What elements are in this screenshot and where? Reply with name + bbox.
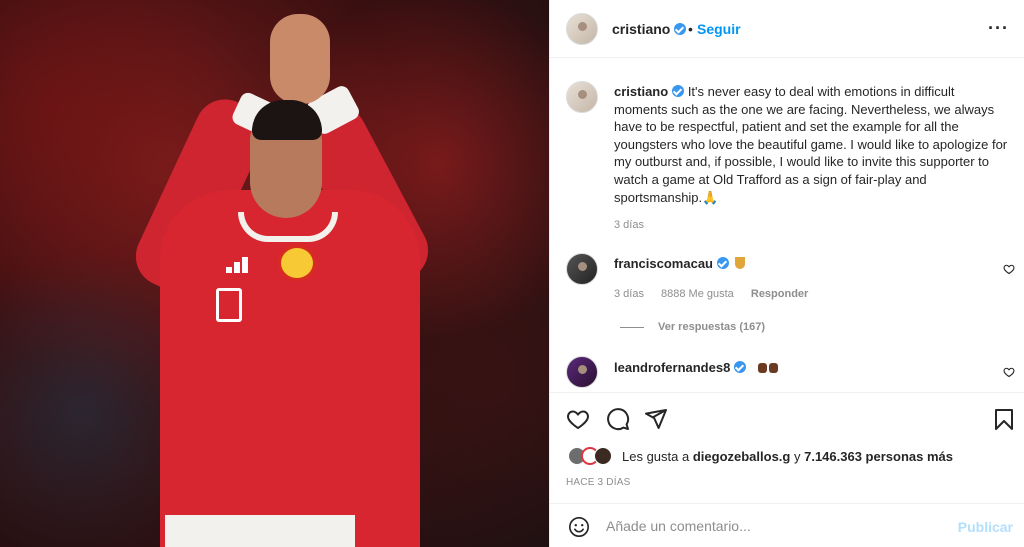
post-timestamp[interactable]: HACE 3 DÍAS <box>566 477 630 488</box>
author-username-text[interactable]: cristiano <box>612 21 670 37</box>
first-liker-link[interactable]: diegozeballos.g <box>693 449 791 464</box>
comment-username[interactable]: franciscomacau <box>614 256 745 271</box>
comment-likes[interactable]: 8888 Me gusta <box>661 288 734 300</box>
player-shorts <box>165 515 355 547</box>
comment-time[interactable]: 3 días <box>614 288 644 300</box>
comment-avatar[interactable] <box>566 253 598 285</box>
like-comment-heart-icon[interactable] <box>1003 366 1015 378</box>
comment-username[interactable]: leandrofernandes8 <box>614 360 778 375</box>
medal-icon <box>735 257 745 269</box>
comment-input[interactable] <box>606 514 946 538</box>
post-actions <box>550 392 1024 446</box>
liker-avatar <box>594 447 612 465</box>
caption-avatar[interactable] <box>566 81 598 113</box>
fist-icon <box>757 363 767 373</box>
post-side-panel: cristiano • Seguir ··· cristiano It's ne… <box>549 0 1024 547</box>
replies-line <box>620 326 644 328</box>
caption: cristiano It's never easy to deal with e… <box>614 83 1009 206</box>
caption-time[interactable]: 3 días <box>614 219 644 231</box>
author-username[interactable]: cristiano <box>612 21 687 37</box>
comment-meta: 3 días 8888 Me gusta Responder <box>614 288 822 300</box>
add-comment-bar: Publicar <box>550 503 1024 547</box>
caption-text: It's never easy to deal with emotions in… <box>614 84 1008 205</box>
follow-button[interactable]: Seguir <box>697 21 741 37</box>
like-heart-icon[interactable] <box>566 407 590 431</box>
share-send-icon[interactable] <box>644 407 668 431</box>
caption-username[interactable]: cristiano <box>614 84 668 99</box>
likes-conjunction: y <box>793 449 801 464</box>
verified-badge-icon <box>674 23 687 35</box>
post-header: cristiano • Seguir ··· <box>550 0 1024 58</box>
fist-icon <box>768 363 778 373</box>
likes-count-link[interactable]: 7.146.363 personas más <box>804 449 953 464</box>
comment-avatar[interactable] <box>566 356 598 388</box>
save-bookmark-icon[interactable] <box>992 407 1016 431</box>
header-separator: • <box>688 21 693 37</box>
publish-button[interactable]: Publicar <box>958 519 1013 535</box>
reply-button[interactable]: Responder <box>751 288 808 300</box>
comment-username-text[interactable]: leandrofernandes8 <box>614 360 730 375</box>
more-options-icon[interactable]: ··· <box>988 18 1009 39</box>
likes-prefix: Les gusta a <box>622 449 690 464</box>
view-replies-text[interactable]: Ver respuestas (167) <box>658 321 765 333</box>
author-avatar[interactable] <box>566 13 598 45</box>
view-replies-button[interactable]: Ver respuestas (167) <box>620 321 765 333</box>
verified-badge-icon <box>717 257 729 269</box>
player-shirt <box>160 190 420 547</box>
comment-bubble-icon[interactable] <box>606 407 630 431</box>
post-photo[interactable] <box>0 0 549 547</box>
comments-section[interactable]: cristiano It's never easy to deal with e… <box>550 59 1024 392</box>
verified-badge-icon <box>734 361 747 373</box>
club-crest-icon <box>278 245 316 281</box>
comment-username-text[interactable]: franciscomacau <box>614 256 713 271</box>
player-collar <box>238 212 338 242</box>
likes-summary: Les gusta a diegozeballos.g y 7.146.363 … <box>622 449 953 464</box>
liker-avatars[interactable] <box>568 447 616 467</box>
player-hands <box>270 14 330 104</box>
emoji-smile-icon[interactable] <box>568 516 590 538</box>
like-comment-heart-icon[interactable] <box>1003 263 1015 275</box>
sponsor-logo-icon <box>216 288 242 322</box>
adidas-logo-icon <box>226 255 252 273</box>
verified-badge-icon <box>672 85 685 97</box>
